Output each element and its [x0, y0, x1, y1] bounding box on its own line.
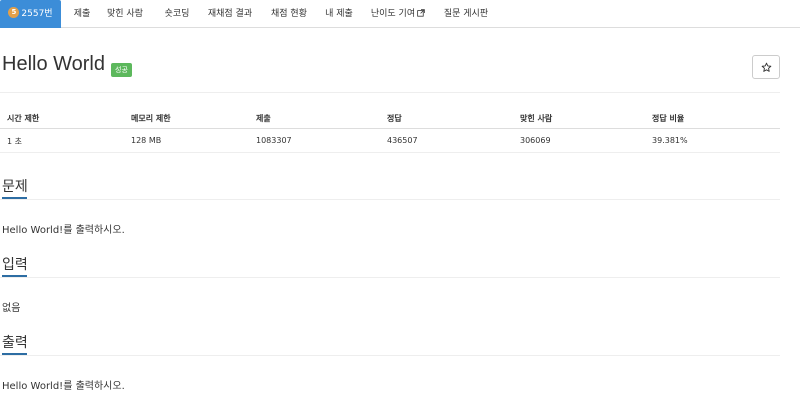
section-divider — [0, 355, 780, 356]
cell-time-limit: 1 초 — [7, 137, 22, 146]
cell-accepted: 436507 — [387, 136, 418, 145]
tab-label: 재채점 결과 — [207, 9, 253, 19]
table-body-divider — [0, 152, 780, 153]
header-solved-users: 맞힌 사람 — [520, 114, 553, 123]
tab-short-coding[interactable]: 숏코딩 — [160, 0, 194, 28]
header-time-limit: 시간 제한 — [7, 114, 40, 123]
problem-menu-tabs: 5 2557번 제출 맞힌 사람 숏코딩 재채점 결과 채점 현황 내 제출 난이… — [0, 0, 800, 28]
tab-qna-board[interactable]: 질문 게시판 — [441, 0, 491, 28]
section-title-input: 입력 — [2, 257, 28, 273]
cell-accept-rate: 39.381% — [652, 136, 688, 145]
section-body-output: Hello World!를 출력하시오. — [2, 381, 125, 392]
tab-label: 채점 현황 — [271, 9, 307, 19]
star-icon — [761, 62, 771, 72]
section-title-output: 출력 — [2, 335, 28, 351]
section-title-problem: 문제 — [2, 179, 28, 195]
tab-label: 내 제출 — [325, 9, 353, 19]
tab-my-submissions[interactable]: 내 제출 — [324, 0, 354, 28]
section-body-input: 없음 — [2, 303, 21, 314]
cell-submissions: 1083307 — [256, 136, 292, 145]
tab-label: 2557번 — [21, 9, 53, 19]
favorite-button[interactable] — [752, 55, 780, 79]
external-link-icon — [417, 8, 425, 17]
tab-solved-users[interactable]: 맞힌 사람 — [103, 0, 147, 28]
tab-label: 맞힌 사람 — [107, 9, 143, 19]
section-divider — [0, 199, 780, 200]
tab-rejudge-result[interactable]: 재채점 결과 — [206, 0, 254, 28]
tab-label: 숏코딩 — [164, 9, 190, 19]
tab-label: 질문 게시판 — [443, 9, 489, 19]
tab-judge-status[interactable]: 채점 현황 — [268, 0, 310, 28]
tab-label: 제출 — [73, 9, 91, 19]
section-divider — [0, 277, 780, 278]
header-accept-rate: 정답 비율 — [652, 114, 685, 123]
page-title: Hello World — [2, 53, 105, 75]
section-body-problem: Hello World!를 출력하시오. — [2, 225, 125, 236]
cell-solved-users: 306069 — [520, 136, 551, 145]
title-divider — [0, 92, 780, 93]
level-badge: 5 — [8, 7, 20, 18]
header-memory-limit: 메모리 제한 — [131, 114, 171, 123]
tab-problem[interactable]: 5 2557번 — [0, 0, 61, 28]
tab-label: 난이도 기여 — [370, 9, 416, 19]
header-submissions: 제출 — [256, 114, 271, 123]
tab-difficulty-contribution[interactable]: 난이도 기여 — [369, 0, 427, 28]
status-badge: 성공 — [111, 63, 132, 77]
table-header-divider — [0, 128, 780, 129]
tab-submit[interactable]: 제출 — [68, 0, 96, 28]
cell-memory-limit: 128 MB — [131, 136, 162, 145]
header-accepted: 정답 — [387, 114, 402, 123]
